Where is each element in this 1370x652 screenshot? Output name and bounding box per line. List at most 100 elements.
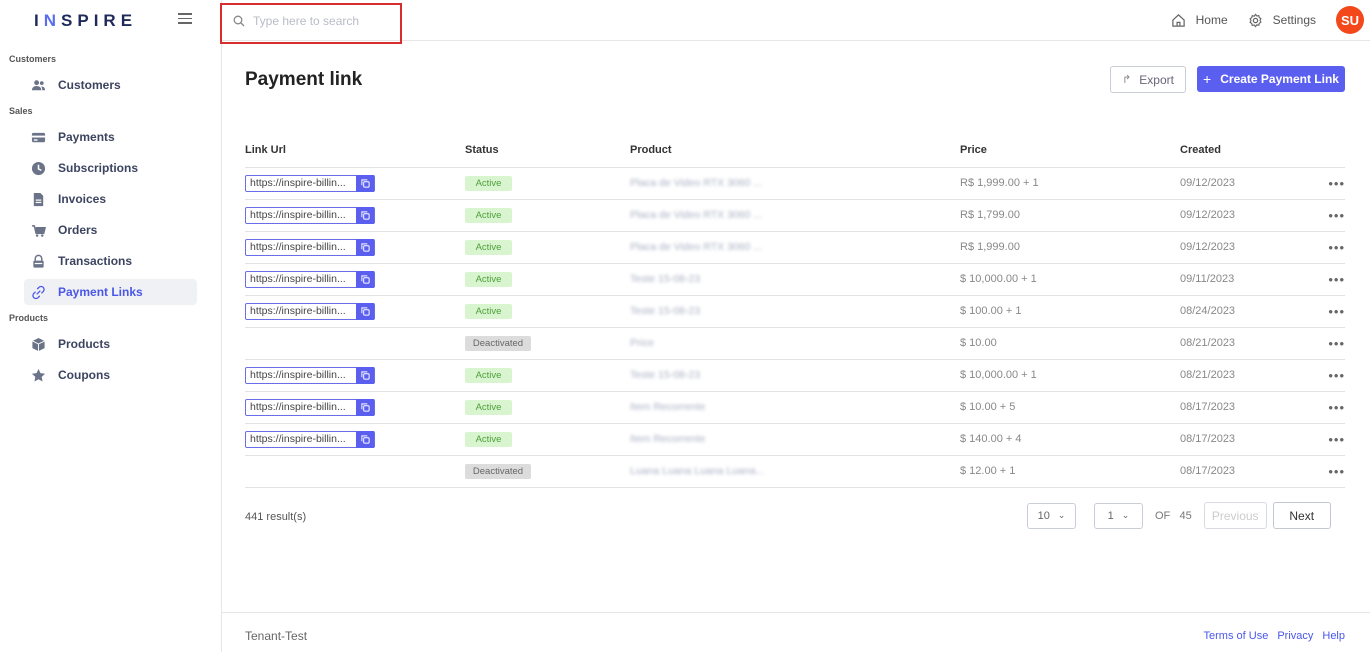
sidebar-item-invoices[interactable]: Invoices	[24, 186, 197, 212]
next-button[interactable]: Next	[1272, 502, 1331, 529]
cell-price: $ 140.00 + 4	[960, 423, 1180, 456]
cell-created: 08/17/2023	[1180, 423, 1310, 456]
page-select[interactable]: 1 ⌄	[1094, 502, 1143, 529]
cell-status: Deactivated	[465, 327, 630, 360]
more-options-icon[interactable]: •••	[1328, 304, 1345, 319]
cell-status: Active	[465, 423, 630, 456]
cell-status: Deactivated	[465, 455, 630, 488]
create-payment-link-button[interactable]: + Create Payment Link	[1197, 66, 1345, 92]
export-label: Export	[1139, 72, 1174, 87]
sidebar-item-transactions[interactable]: Transactions	[24, 248, 197, 274]
menu-toggle-icon[interactable]	[178, 13, 192, 25]
table-row[interactable]: https://inspire-billin... Active Teste 15-…	[245, 295, 1345, 328]
table-row[interactable]: Deactivated Price $ 10.00 08/21/2023 •••	[245, 327, 1345, 360]
link-url-field[interactable]: https://inspire-billin...	[245, 302, 375, 320]
sidebar-item-customers[interactable]: Customers	[24, 72, 197, 98]
column-header-product[interactable]: Product	[630, 133, 960, 168]
more-options-icon[interactable]: •••	[1328, 336, 1345, 351]
table-row[interactable]: https://inspire-billin... Active Item Reco…	[245, 391, 1345, 424]
more-options-icon[interactable]: •••	[1328, 208, 1345, 223]
card-icon	[30, 129, 46, 145]
export-button[interactable]: ↱ Export	[1110, 66, 1186, 93]
link-url-text: https://inspire-billin...	[250, 209, 346, 221]
copy-icon[interactable]	[356, 302, 374, 320]
sidebar-item-coupons[interactable]: Coupons	[24, 362, 197, 388]
table-row[interactable]: https://inspire-billin... Active Placa de …	[245, 231, 1345, 264]
cell-price: $ 10,000.00 + 1	[960, 359, 1180, 392]
column-header-status[interactable]: Status	[465, 133, 630, 168]
link-url-field[interactable]: https://inspire-billin...	[245, 366, 375, 384]
section-label-sales: Sales	[9, 106, 33, 116]
cell-product: Price	[630, 327, 960, 360]
product-name: Item Recorrente	[630, 433, 706, 445]
table-row[interactable]: Deactivated Luana Luana Luana Luana... $ 1…	[245, 455, 1345, 488]
sidebar-item-payment-links[interactable]: Payment Links	[24, 279, 197, 305]
search-input[interactable]	[253, 14, 393, 28]
cell-link-url: https://inspire-billin...	[245, 423, 465, 456]
cell-actions: •••	[1310, 295, 1345, 328]
more-options-icon[interactable]: •••	[1328, 240, 1345, 255]
section-label-customers: Customers	[9, 54, 57, 64]
more-options-icon[interactable]: •••	[1328, 432, 1345, 447]
link-url-field[interactable]: https://inspire-billin...	[245, 238, 375, 256]
chevron-down-icon: ⌄	[1057, 510, 1066, 520]
cell-link-url: https://inspire-billin...	[245, 231, 465, 264]
cell-actions: •••	[1310, 231, 1345, 264]
previous-button[interactable]: Previous	[1203, 502, 1267, 529]
help-link[interactable]: Help	[1322, 630, 1345, 642]
sidebar-item-products[interactable]: Products	[24, 331, 197, 357]
cell-status: Active	[465, 295, 630, 328]
results-count: 441 result(s)	[245, 511, 307, 523]
status-badge: Active	[465, 367, 512, 383]
more-options-icon[interactable]: •••	[1328, 368, 1345, 383]
cell-product: Placa de Video RTX 3060 ...	[630, 167, 960, 200]
copy-icon[interactable]	[356, 430, 374, 448]
cell-link-url: https://inspire-billin...	[245, 167, 465, 200]
table-row[interactable]: https://inspire-billin... Active Item Reco…	[245, 423, 1345, 456]
home-link[interactable]: Home	[1171, 13, 1228, 28]
link-url-field[interactable]: https://inspire-billin...	[245, 206, 375, 224]
cell-link-url: https://inspire-billin...	[245, 199, 465, 232]
cell-link-url: https://inspire-billin...	[245, 263, 465, 296]
table-row[interactable]: https://inspire-billin... Active Teste 15-…	[245, 359, 1345, 392]
page-value: 1	[1107, 509, 1114, 522]
table-row[interactable]: https://inspire-billin... Active Placa de …	[245, 199, 1345, 232]
search-box[interactable]	[220, 3, 402, 44]
terms-link[interactable]: Terms of Use	[1204, 630, 1269, 642]
link-url-field[interactable]: https://inspire-billin...	[245, 270, 375, 288]
home-icon	[1171, 13, 1185, 27]
privacy-link[interactable]: Privacy	[1277, 630, 1313, 642]
column-header-price[interactable]: Price	[960, 133, 1180, 168]
table-row[interactable]: https://inspire-billin... Active Placa de …	[245, 167, 1345, 200]
sidebar-item-subscriptions[interactable]: Subscriptions	[24, 155, 197, 181]
page-size-select[interactable]: 10 ⌄	[1027, 502, 1076, 529]
column-header-created[interactable]: Created	[1180, 133, 1310, 168]
settings-link[interactable]: Settings	[1248, 12, 1316, 28]
link-url-field[interactable]: https://inspire-billin...	[245, 174, 375, 192]
file-icon	[30, 191, 46, 207]
cell-status: Active	[465, 167, 630, 200]
copy-icon[interactable]	[356, 366, 374, 384]
cell-actions: •••	[1310, 199, 1345, 232]
page-size-value: 10	[1037, 509, 1050, 522]
cell-actions: •••	[1310, 455, 1345, 488]
more-options-icon[interactable]: •••	[1328, 272, 1345, 287]
copy-icon[interactable]	[356, 206, 374, 224]
table-row[interactable]: https://inspire-billin... Active Teste 15-…	[245, 263, 1345, 296]
sidebar-item-orders[interactable]: Orders	[24, 217, 197, 243]
more-options-icon[interactable]: •••	[1328, 464, 1345, 479]
more-options-icon[interactable]: •••	[1328, 176, 1345, 191]
link-url-field[interactable]: https://inspire-billin...	[245, 398, 375, 416]
more-options-icon[interactable]: •••	[1328, 400, 1345, 415]
logo[interactable]: INSPIRE	[34, 11, 137, 31]
link-url-field[interactable]: https://inspire-billin...	[245, 430, 375, 448]
copy-icon[interactable]	[356, 238, 374, 256]
copy-icon[interactable]	[356, 270, 374, 288]
footer-links: Terms of Use Privacy Help	[1195, 630, 1345, 642]
copy-icon[interactable]	[356, 398, 374, 416]
sidebar-item-payments[interactable]: Payments	[24, 124, 197, 150]
avatar[interactable]: SU	[1336, 6, 1364, 34]
pagination: 10 ⌄ 1 ⌄ OF 45 Previous Next	[1027, 502, 1331, 529]
copy-icon[interactable]	[356, 174, 374, 192]
column-header-link-url[interactable]: Link Url	[245, 133, 465, 168]
